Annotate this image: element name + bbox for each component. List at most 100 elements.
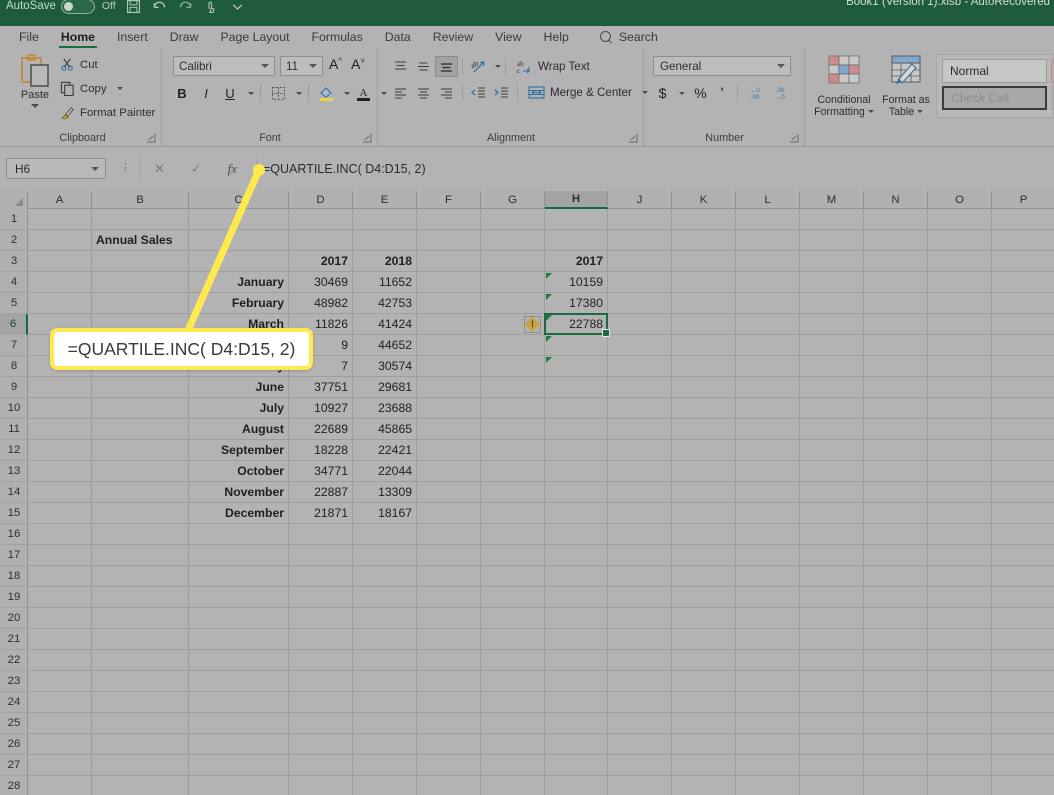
cell-C9[interactable]: June	[189, 377, 288, 397]
row-header-17[interactable]: 17	[0, 545, 28, 566]
row-header-22[interactable]: 22	[0, 650, 28, 671]
redo-icon[interactable]	[177, 0, 194, 15]
comma-style-button[interactable]: ’	[712, 82, 731, 104]
cell-C12[interactable]: September	[189, 440, 288, 460]
paste-button[interactable]: Paste	[12, 54, 58, 108]
row-header-16[interactable]: 16	[0, 524, 28, 545]
number-format-select[interactable]: General	[653, 56, 791, 76]
decrease-decimal-button[interactable]: .00 →0	[769, 82, 792, 104]
orientation-chevron-down-icon[interactable]	[495, 65, 501, 68]
align-right-button[interactable]	[435, 82, 458, 103]
tab-insert[interactable]: Insert	[106, 28, 159, 47]
currency-button[interactable]: $	[653, 82, 672, 104]
row-header-20[interactable]: 20	[0, 608, 28, 629]
undo-icon[interactable]	[151, 0, 168, 15]
tab-draw[interactable]: Draw	[159, 28, 210, 47]
ribbon-search[interactable]: Search	[600, 30, 658, 44]
align-center-button[interactable]	[412, 82, 435, 103]
alignment-dialog-launcher-icon[interactable]	[629, 134, 638, 143]
cell-D13[interactable]: 34771	[289, 461, 352, 481]
merge-center-button[interactable]: Merge & Center	[528, 85, 648, 100]
tab-file[interactable]: File	[8, 28, 50, 47]
row-header-12[interactable]: 12	[0, 440, 28, 461]
conditional-formatting-chevron-down-icon[interactable]	[868, 110, 874, 113]
format-as-table-button[interactable]: Format as Table	[876, 54, 936, 118]
confirm-formula-icon[interactable]: ✓	[191, 161, 202, 177]
fill-color-chevron-down-icon[interactable]	[344, 92, 350, 95]
format-painter-button[interactable]: Format Painter	[60, 105, 155, 120]
touch-mode-icon[interactable]	[203, 0, 220, 15]
cell-C10[interactable]: July	[189, 398, 288, 418]
italic-button[interactable]: I	[195, 82, 217, 104]
row-header-1[interactable]: 1	[0, 209, 28, 230]
column-header-m[interactable]: M	[800, 191, 864, 209]
cell-C13[interactable]: October	[189, 461, 288, 481]
insert-function-icon[interactable]: fx	[228, 161, 237, 177]
column-header-f[interactable]: F	[417, 191, 481, 209]
name-box[interactable]: H6	[6, 158, 106, 179]
cell-C11[interactable]: August	[189, 419, 288, 439]
row-header-18[interactable]: 18	[0, 566, 28, 587]
style-normal[interactable]: Normal	[942, 59, 1047, 83]
cell-H5[interactable]: 17380	[545, 293, 607, 313]
font-dialog-launcher-icon[interactable]	[363, 134, 372, 143]
borders-button[interactable]	[267, 82, 289, 104]
cell-E4[interactable]: 11652	[353, 272, 416, 292]
cell-E9[interactable]: 29681	[353, 377, 416, 397]
conditional-formatting-button[interactable]: Conditional Formatting	[814, 54, 874, 118]
row-header-8[interactable]: 8	[0, 356, 28, 377]
align-bottom-button[interactable]	[435, 56, 458, 77]
cell-D15[interactable]: 21871	[289, 503, 352, 523]
cell-H3[interactable]: 2017	[545, 251, 607, 271]
format-as-table-chevron-down-icon[interactable]	[917, 110, 923, 113]
customize-qat-icon[interactable]	[229, 0, 246, 15]
tab-formulas[interactable]: Formulas	[301, 28, 374, 47]
copy-chevron-down-icon[interactable]	[117, 87, 123, 90]
number-dialog-launcher-icon[interactable]	[790, 134, 799, 143]
autosave-switch[interactable]	[61, 0, 95, 14]
formula-input[interactable]: =QUARTILE.INC( D4:D15, 2)	[256, 158, 1050, 179]
cell-E3[interactable]: 2018	[353, 251, 416, 271]
cancel-formula-icon[interactable]: ✕	[154, 161, 165, 177]
row-header-14[interactable]: 14	[0, 482, 28, 503]
column-header-l[interactable]: L	[736, 191, 800, 209]
cell-E12[interactable]: 22421	[353, 440, 416, 460]
cell-E10[interactable]: 23688	[353, 398, 416, 418]
cell-B2[interactable]: Annual Sales	[92, 230, 188, 250]
tab-page-layout[interactable]: Page Layout	[209, 28, 300, 47]
cell-D14[interactable]: 22887	[289, 482, 352, 502]
row-header-27[interactable]: 27	[0, 755, 28, 776]
font-name-input[interactable]: Calibri	[173, 56, 275, 76]
row-header-19[interactable]: 19	[0, 587, 28, 608]
cell-H4[interactable]: 10159	[545, 272, 607, 292]
tab-help[interactable]: Help	[533, 28, 580, 47]
cell-styles-gallery[interactable]: Normal Check Cell B E	[936, 54, 1054, 118]
cell-E5[interactable]: 42753	[353, 293, 416, 313]
tab-view[interactable]: View	[484, 28, 532, 47]
column-header-e[interactable]: E	[353, 191, 417, 209]
cell-E11[interactable]: 45865	[353, 419, 416, 439]
tab-home[interactable]: Home	[50, 28, 106, 47]
clipboard-dialog-launcher-icon[interactable]	[147, 134, 156, 143]
align-middle-button[interactable]	[412, 56, 435, 77]
cell-E13[interactable]: 22044	[353, 461, 416, 481]
row-header-13[interactable]: 13	[0, 461, 28, 482]
name-box-chevron-down-icon[interactable]	[91, 167, 99, 171]
decrease-indent-button[interactable]	[467, 82, 490, 103]
column-header-h[interactable]: H	[545, 191, 608, 209]
cell-E8[interactable]: 30574	[353, 356, 416, 376]
cell-E15[interactable]: 18167	[353, 503, 416, 523]
autosave-toggle[interactable]: AutoSave Off	[6, 0, 116, 14]
row-header-2[interactable]: 2	[0, 230, 28, 251]
cell-D9[interactable]: 37751	[289, 377, 352, 397]
fill-color-button[interactable]	[315, 82, 337, 104]
row-header-15[interactable]: 15	[0, 503, 28, 524]
cell-E14[interactable]: 13309	[353, 482, 416, 502]
font-color-button[interactable]: A	[352, 82, 374, 104]
font-size-chevron-down-icon[interactable]	[309, 64, 317, 68]
copy-button[interactable]: Copy	[60, 81, 123, 96]
increase-font-size-button[interactable]: A^	[329, 56, 342, 72]
number-format-chevron-down-icon[interactable]	[777, 64, 785, 68]
cell-area[interactable]: Annual Sales201720182017JanuaryFebruaryM…	[28, 209, 1054, 795]
column-header-n[interactable]: N	[864, 191, 928, 209]
